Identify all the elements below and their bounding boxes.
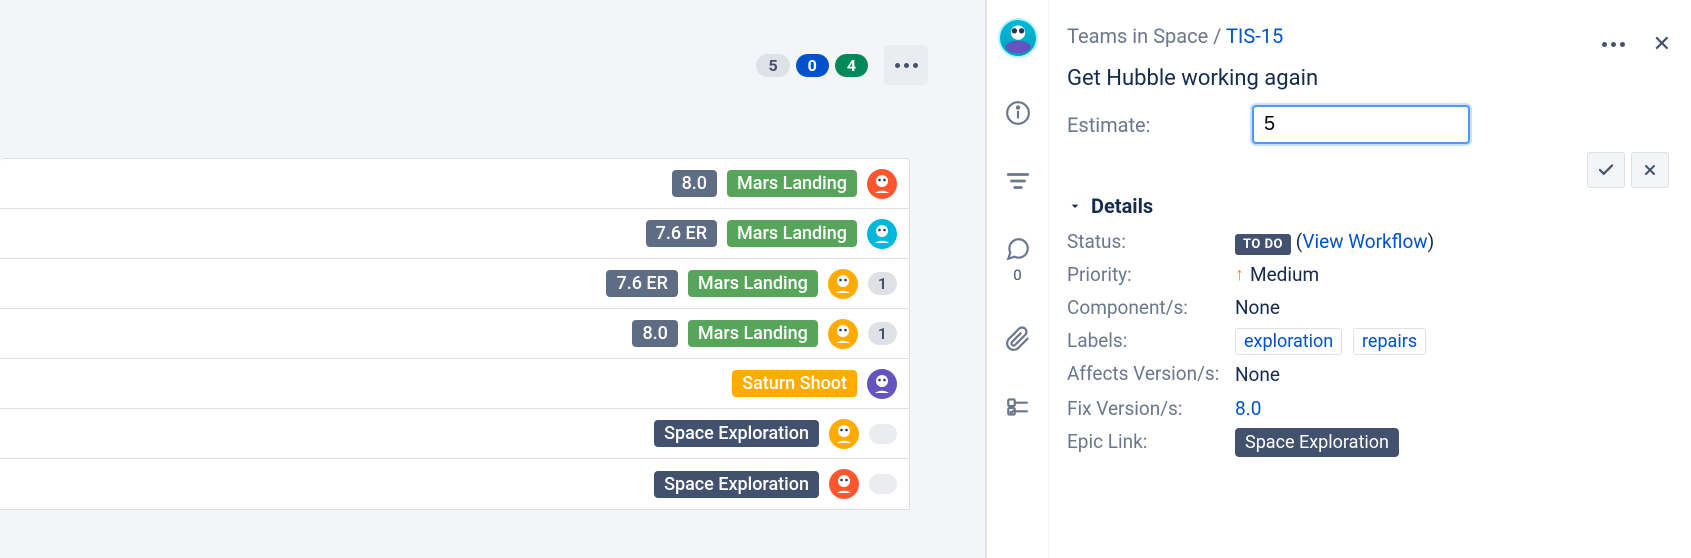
more-button[interactable]	[884, 45, 928, 85]
assignee-avatar[interactable]	[829, 469, 859, 499]
issue-row[interactable]: 7.6 ER Mars Landing 1	[0, 259, 909, 309]
version-pill: 7.6 ER	[606, 270, 677, 297]
version-pill: 8.0	[672, 170, 717, 197]
version-pill: 7.6 ER	[646, 220, 717, 247]
affects-versions-label: Affects Version/s:	[1067, 362, 1227, 387]
status-value: TO DO (View Workflow)	[1235, 230, 1669, 253]
fix-versions-value[interactable]: 8.0	[1235, 397, 1669, 420]
issue-row[interactable]: 7.6 ER Mars Landing	[0, 209, 909, 259]
assignee-avatar[interactable]	[828, 269, 858, 299]
assignee-avatar[interactable]	[867, 169, 897, 199]
status-lozenge: TO DO	[1235, 234, 1291, 255]
issue-title: Get Hubble working again	[1067, 66, 1669, 91]
project-avatar[interactable]	[998, 18, 1038, 58]
labels-label: Labels:	[1067, 329, 1227, 352]
assignee-avatar[interactable]	[867, 369, 897, 399]
issue-key-link[interactable]: TIS-15	[1226, 24, 1283, 48]
view-workflow-link[interactable]: View Workflow	[1302, 230, 1427, 253]
assignee-avatar[interactable]	[828, 319, 858, 349]
subtask-icon[interactable]	[1005, 394, 1031, 420]
count-badge-blue: 0	[796, 54, 829, 77]
estimate-pill: 1	[868, 272, 897, 295]
count-badge-gray: 5	[756, 54, 789, 77]
detail-rail: 0	[987, 0, 1049, 558]
epic-pill: Mars Landing	[688, 320, 818, 347]
epic-pill: Saturn Shoot	[732, 370, 857, 397]
estimate-input[interactable]	[1252, 105, 1470, 144]
issue-row[interactable]: 8.0 Mars Landing	[0, 159, 909, 209]
chevron-down-icon	[1067, 198, 1083, 214]
confirm-button[interactable]	[1587, 152, 1625, 188]
priority-medium-icon: ↑	[1235, 264, 1244, 285]
filter-icon[interactable]	[1005, 168, 1031, 194]
count-badge-green: 4	[835, 54, 868, 77]
issue-row[interactable]: Saturn Shoot	[0, 359, 909, 409]
epic-pill: Space Exploration	[654, 420, 819, 447]
issue-row[interactable]: Space Exploration	[0, 459, 909, 509]
issue-row[interactable]: 8.0 Mars Landing 1	[0, 309, 909, 359]
issue-row[interactable]: Space Exploration	[0, 409, 909, 459]
priority-label: Priority:	[1067, 263, 1227, 286]
label-tag[interactable]: exploration	[1235, 328, 1342, 355]
epic-pill: Mars Landing	[727, 220, 857, 247]
info-icon[interactable]	[1005, 100, 1031, 126]
comment-count: 0	[1013, 266, 1021, 284]
issue-list: 8.0 Mars Landing 7.6 ER Mars Landing 7.6 ER M…	[0, 158, 910, 510]
epic-pill: Mars Landing	[727, 170, 857, 197]
attachment-icon[interactable]	[1005, 326, 1031, 352]
breadcrumb: Teams in Space / TIS-15	[1067, 24, 1669, 48]
status-label: Status:	[1067, 230, 1227, 253]
cancel-button[interactable]	[1631, 152, 1669, 188]
epic-link-label: Epic Link:	[1067, 430, 1227, 453]
epic-link-value[interactable]: Space Exploration	[1235, 428, 1399, 457]
comment-icon[interactable]	[1005, 236, 1031, 262]
project-name: Teams in Space	[1067, 24, 1208, 48]
empty-estimate-pill	[869, 474, 897, 494]
details-header[interactable]: Details	[1067, 194, 1669, 218]
version-pill: 8.0	[632, 320, 677, 347]
epic-pill: Mars Landing	[688, 270, 818, 297]
more-actions-button[interactable]	[1602, 42, 1625, 47]
assignee-avatar[interactable]	[867, 219, 897, 249]
estimate-label: Estimate:	[1067, 113, 1252, 137]
assignee-avatar[interactable]	[829, 419, 859, 449]
affects-versions-value: None	[1235, 363, 1669, 386]
priority-value: ↑ Medium	[1235, 263, 1669, 286]
fix-versions-label: Fix Version/s:	[1067, 397, 1227, 420]
badge-bar: 5 0 4	[0, 45, 958, 85]
components-value: None	[1235, 296, 1669, 319]
labels-value: exploration repairs	[1235, 329, 1669, 352]
close-icon[interactable]: ✕	[1653, 32, 1671, 57]
epic-pill: Space Exploration	[654, 471, 819, 498]
components-label: Component/s:	[1067, 296, 1227, 319]
estimate-pill: 1	[868, 322, 897, 345]
label-tag[interactable]: repairs	[1353, 328, 1426, 355]
empty-estimate-pill	[869, 424, 897, 444]
